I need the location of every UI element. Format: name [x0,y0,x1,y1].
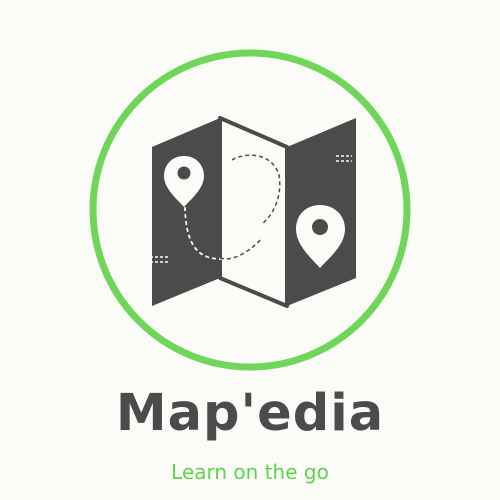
brand-name: Map'edia [115,384,385,443]
brand-tagline: Learn on the go [171,460,329,484]
logo: Map'edia Learn on the go [0,0,500,500]
